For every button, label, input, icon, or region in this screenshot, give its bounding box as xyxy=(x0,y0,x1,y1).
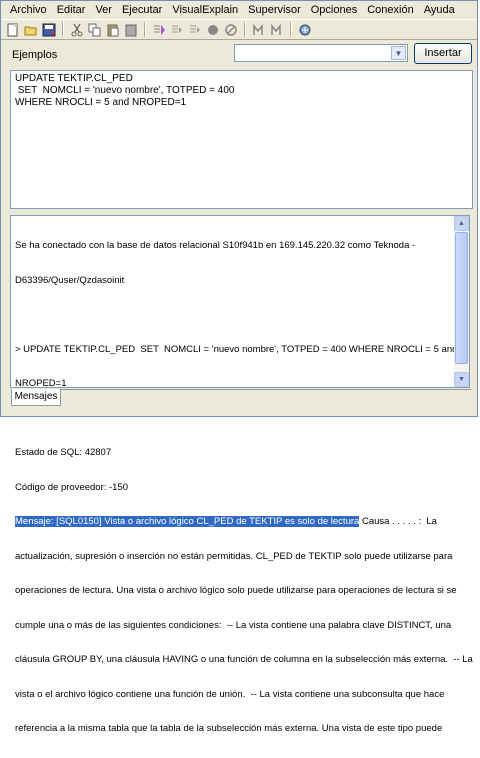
menu-opciones[interactable]: Opciones xyxy=(306,1,362,19)
selected-error-message: Mensaje: [SQL0150] Vista o archivo lógic… xyxy=(15,516,360,527)
message-line: referencia a la misma tabla que la tabla… xyxy=(15,723,443,734)
insertar-button[interactable]: Insertar xyxy=(414,43,472,64)
ejemplos-label: Ejemplos xyxy=(12,49,58,61)
message-line: Se ha conectado con la base de datos rel… xyxy=(15,240,416,251)
connect-icon[interactable] xyxy=(297,22,313,38)
chevron-down-icon[interactable]: ▼ xyxy=(391,46,406,60)
message-line: Mensaje: [SQL0150] Vista o archivo lógic… xyxy=(15,516,452,528)
run-all-icon[interactable] xyxy=(151,22,167,38)
menu-ayuda[interactable]: Ayuda xyxy=(419,1,460,19)
ejemplos-dropdown[interactable]: ▼ xyxy=(234,44,408,62)
message-line: cláusula GROUP BY, una cláusula HAVING o… xyxy=(15,654,473,665)
message-line: NROPED=1 xyxy=(15,378,67,389)
new-icon[interactable] xyxy=(5,22,21,38)
scroll-down-icon[interactable]: ▼ xyxy=(454,372,469,387)
save-icon[interactable] xyxy=(41,22,57,38)
run-selected-icon[interactable] xyxy=(187,22,203,38)
message-line: operaciones de lectura. Una vista o arch… xyxy=(15,585,457,596)
messages-scrollbar[interactable]: ▲ ▼ xyxy=(454,216,469,387)
cancel-icon[interactable] xyxy=(223,22,239,38)
menu-supervisor[interactable]: Supervisor xyxy=(243,1,306,19)
toolbar-separator xyxy=(62,22,64,37)
message-line: Estado de SQL: 42807 xyxy=(15,447,112,458)
explain-icon[interactable] xyxy=(251,22,267,38)
messages-panel: Se ha conectado con la base de datos rel… xyxy=(10,215,473,734)
tab-mensajes[interactable]: Mensajes xyxy=(11,389,61,406)
menu-archivo[interactable]: Archivo xyxy=(5,1,52,19)
menu-editar[interactable]: Editar xyxy=(52,1,91,19)
menu-ver[interactable]: Ver xyxy=(90,1,117,19)
message-line: cumple una o más de las siguientes condi… xyxy=(15,619,452,631)
toolbar xyxy=(1,19,477,40)
open-icon[interactable] xyxy=(23,22,39,38)
message-line xyxy=(15,309,452,321)
toolbar-separator xyxy=(144,22,146,37)
sql-editor[interactable]: UPDATE TEKTIP.CL_PED SET NOMCLI = 'nuevo… xyxy=(10,70,473,209)
menu-conexion[interactable]: Conexión xyxy=(362,1,418,19)
tab-divider xyxy=(61,389,471,390)
message-line: actualización, supresión o inserción no … xyxy=(15,550,453,562)
run-sql-scripts-window: Archivo Editar Ver Ejecutar VisualExplai… xyxy=(0,0,478,734)
cut-icon[interactable] xyxy=(69,22,85,38)
menu-visualexplain[interactable]: VisualExplain xyxy=(167,1,243,19)
explain-run-icon[interactable] xyxy=(269,22,285,38)
message-line: vista o el archivo lógico contiene una f… xyxy=(15,688,445,700)
message-line: D63396/Quser/Qzdasoinit xyxy=(15,274,125,286)
scroll-thumb[interactable] xyxy=(455,232,468,364)
menu-bar: Archivo Editar Ver Ejecutar VisualExplai… xyxy=(1,1,477,19)
splitter[interactable] xyxy=(1,211,477,214)
stop-icon[interactable] xyxy=(205,22,221,38)
message-line: Código de proveedor: -150 xyxy=(15,481,129,493)
message-line xyxy=(15,413,452,425)
messages-text[interactable]: Se ha conectado con la base de datos rel… xyxy=(15,217,473,758)
message-line: > UPDATE TEKTIP.CL_PED SET NOMCLI = 'nue… xyxy=(15,343,458,355)
copy-icon[interactable] xyxy=(87,22,103,38)
paste-icon[interactable] xyxy=(105,22,121,38)
toolbar-separator xyxy=(290,22,292,37)
menu-ejecutar[interactable]: Ejecutar xyxy=(117,1,167,19)
delete-icon[interactable] xyxy=(123,22,139,38)
toolbar-separator xyxy=(244,22,246,37)
scroll-up-icon[interactable]: ▲ xyxy=(454,216,469,231)
run-from-icon[interactable] xyxy=(169,22,185,38)
message-line-rest: Causa . . . . . : La xyxy=(359,516,437,527)
